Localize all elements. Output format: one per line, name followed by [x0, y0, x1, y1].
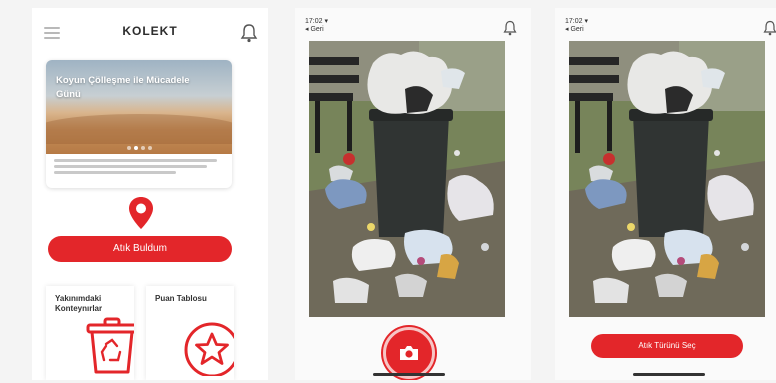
recycle-bin-icon	[86, 317, 134, 374]
status-time: 17:02	[305, 18, 323, 25]
bell-icon[interactable]	[240, 23, 258, 43]
carousel-dots[interactable]	[46, 144, 232, 150]
status-bar: 17:02 ▾ ◂ Geri	[305, 18, 328, 34]
location-pin-icon	[129, 197, 153, 229]
bell-icon[interactable]	[503, 20, 517, 36]
back-label: Geri	[310, 26, 324, 33]
status-time: 17:02	[565, 18, 583, 25]
back-label: Geri	[570, 26, 584, 33]
waste-photo	[309, 41, 505, 317]
choose-type-screen: 17:02 ▾ ◂ Geri Atık Türünü Seç	[555, 8, 776, 380]
news-excerpt	[46, 154, 232, 182]
back-link[interactable]: ◂ Geri	[305, 26, 328, 34]
waste-photo	[569, 41, 765, 317]
home-indicator	[373, 373, 445, 376]
tile-label: Yakınımdaki Konteynırlar	[55, 294, 103, 313]
news-title: Koyun Çölleşme ile Mücadele Günü	[56, 75, 190, 100]
home-screen: KOLEKT Koyun Çölleşme ile Mücadele Günü …	[32, 8, 268, 380]
home-indicator	[633, 373, 705, 376]
star-icon	[184, 322, 234, 376]
news-image: Koyun Çölleşme ile Mücadele Günü	[46, 60, 232, 154]
back-link[interactable]: ◂ Geri	[565, 26, 588, 34]
nearby-containers-tile[interactable]: Yakınımdaki Konteynırlar	[46, 286, 134, 380]
bell-icon[interactable]	[763, 20, 776, 36]
app-header: KOLEKT	[32, 22, 268, 44]
camera-capture-button[interactable]	[383, 327, 435, 379]
app-logo: KOLEKT	[122, 24, 178, 38]
leaderboard-tile[interactable]: Puan Tablosu	[146, 286, 234, 380]
tile-label: Puan Tablosu	[155, 294, 207, 303]
status-bar: 17:02 ▾ ◂ Geri	[565, 18, 588, 34]
found-waste-button[interactable]: Atık Buldum	[48, 236, 232, 262]
choose-waste-type-button[interactable]: Atık Türünü Seç	[591, 334, 743, 358]
news-card[interactable]: Koyun Çölleşme ile Mücadele Günü	[46, 60, 232, 188]
capture-screen: 17:02 ▾ ◂ Geri	[295, 8, 531, 380]
camera-icon	[400, 346, 418, 360]
